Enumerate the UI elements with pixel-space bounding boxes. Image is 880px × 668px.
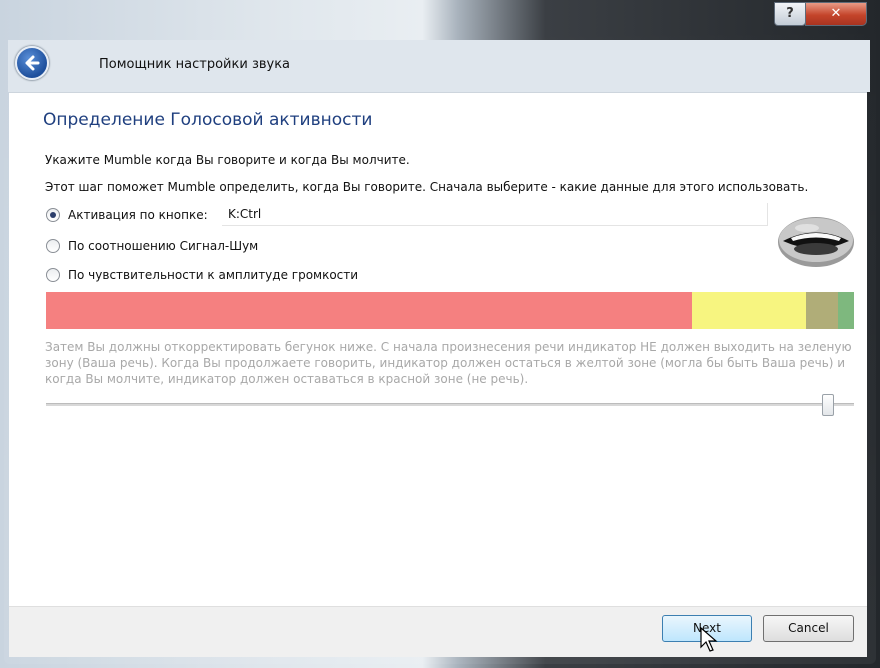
close-button[interactable]: ✕ bbox=[805, 2, 867, 26]
radio-snr[interactable] bbox=[46, 239, 60, 253]
threshold-slider-handle[interactable] bbox=[821, 394, 834, 416]
cancel-button[interactable]: Cancel bbox=[763, 615, 854, 642]
shortcut-field[interactable]: K:Ctrl bbox=[222, 203, 768, 226]
voice-activity-meter bbox=[46, 292, 854, 329]
radio-amplitude[interactable] bbox=[46, 268, 60, 282]
threshold-slider-track[interactable] bbox=[46, 403, 854, 406]
radio-push-to-talk[interactable] bbox=[46, 208, 60, 222]
page-title: Определение Голосовой активности bbox=[43, 110, 373, 130]
radio-amplitude-label[interactable]: По чувствительности к амплитуде громкост… bbox=[68, 268, 358, 282]
wizard-title: Помощник настройки звука bbox=[99, 57, 291, 72]
meter-red-zone bbox=[46, 292, 693, 329]
mouse-cursor-icon bbox=[700, 627, 718, 652]
meter-green-zone bbox=[837, 292, 854, 329]
back-arrow-icon bbox=[25, 55, 40, 71]
intro-text-2: Этот шаг поможет Mumble определить, когд… bbox=[45, 180, 809, 194]
calibration-instructions: Затем Вы должны откорректировать бегунок… bbox=[45, 340, 852, 386]
radio-snr-label[interactable]: По соотношению Сигнал-Шум bbox=[68, 239, 258, 253]
intro-text-1: Укажите Mumble когда Вы говорите и когда… bbox=[45, 153, 410, 167]
help-button[interactable]: ? bbox=[774, 2, 806, 26]
radio-push-to-talk-label[interactable]: Активация по кнопке: bbox=[68, 208, 208, 222]
meter-yellow-zone bbox=[692, 292, 806, 329]
meter-olive-zone bbox=[805, 292, 838, 329]
back-button[interactable] bbox=[15, 46, 49, 80]
talking-mouth-icon bbox=[778, 217, 854, 267]
help-icon: ? bbox=[786, 6, 794, 21]
close-icon: ✕ bbox=[830, 6, 842, 21]
shortcut-value: K:Ctrl bbox=[228, 207, 262, 221]
